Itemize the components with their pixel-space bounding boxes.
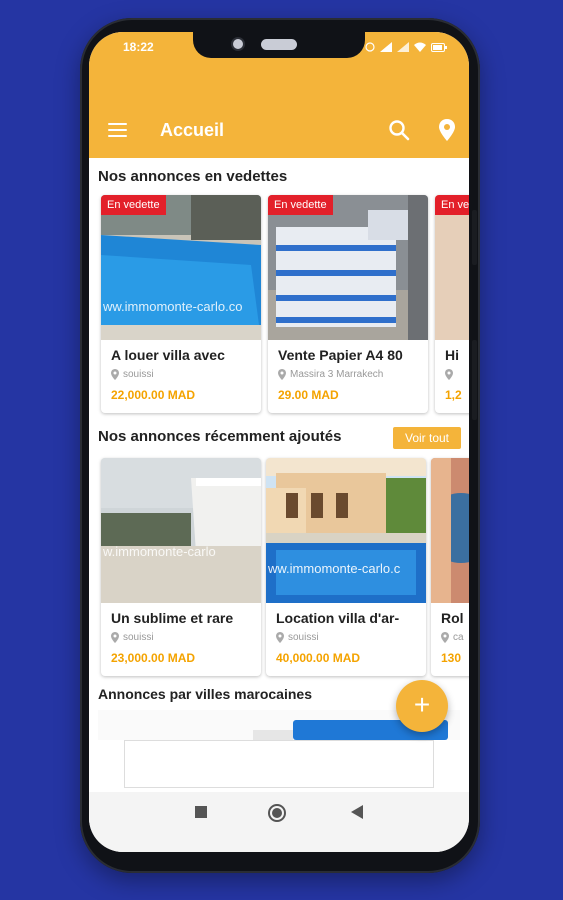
home-icon[interactable]: [267, 803, 287, 828]
listing-price: 40,000.00 MAD: [276, 651, 361, 665]
app-bar: 18:22 Accueil: [89, 32, 469, 158]
location-text: Massira 3 Marrakech: [290, 369, 384, 380]
listing-image: [268, 195, 428, 340]
see-all-button[interactable]: Voir tout: [393, 427, 461, 449]
featured-card-2[interactable]: En vedette Vente Papier A4 80 Massira 3 …: [268, 195, 428, 413]
listing-image: [435, 195, 469, 340]
recent-apps-icon[interactable]: [194, 805, 208, 824]
location-pin-icon: [111, 369, 119, 380]
listing-price: 1,2: [445, 388, 462, 402]
notch: [193, 32, 365, 58]
recent-card-3[interactable]: Rol ca 130: [431, 458, 469, 676]
listing-title: Vente Papier A4 80: [278, 347, 403, 363]
phone-screen: 18:22 Accueil Nos annonces en vedettes w…: [89, 32, 469, 852]
listing-title: Un sublime et rare: [111, 610, 234, 626]
location-text: souissi: [123, 369, 154, 380]
listing-image: ww.immomonte-carlo.co: [101, 195, 261, 340]
listing-price: 29.00 MAD: [278, 388, 339, 402]
featured-badge: En ve: [435, 195, 469, 215]
listing-title: A louer villa avec: [111, 347, 225, 363]
listing-title: Location villa d'ar-: [276, 610, 400, 626]
listing-location: souissi: [111, 632, 154, 643]
cities-heading: Annonces par villes marocaines: [98, 686, 312, 702]
listing-location: souissi: [276, 632, 319, 643]
location-text: ca: [453, 632, 464, 643]
watermark-text: ww.immomonte-carlo.c: [267, 561, 401, 576]
hamburger-menu-icon[interactable]: [108, 123, 127, 137]
alarm-icon: [365, 39, 375, 57]
listing-location: ca: [441, 632, 464, 643]
status-icons: [365, 39, 447, 57]
listing-image: w.immomonte-carlo: [101, 458, 261, 603]
featured-heading: Nos annonces en vedettes: [98, 168, 288, 185]
status-time: 18:22: [123, 40, 154, 54]
volume-button: [472, 210, 477, 265]
listing-location: souissi: [111, 369, 154, 380]
listing-price: 23,000.00 MAD: [111, 651, 196, 665]
signal-icon: [380, 39, 392, 57]
watermark-text: w.immomonte-carlo: [102, 544, 216, 559]
listing-location: Massira 3 Marrakech: [278, 369, 383, 380]
location-text: souissi: [123, 632, 154, 643]
featured-card-3[interactable]: En ve Hi 1,2: [435, 195, 469, 413]
watermark-text: ww.immomonte-carlo.co: [102, 299, 242, 314]
signal-icon-2: [397, 39, 409, 57]
featured-badge: En vedette: [101, 195, 166, 215]
ad-banner[interactable]: [124, 740, 434, 788]
recent-card-2[interactable]: ww.immomonte-carlo.c Location villa d'ar…: [266, 458, 426, 676]
listing-location: [445, 369, 457, 380]
front-camera: [231, 37, 245, 51]
wifi-icon: [414, 39, 426, 57]
listing-title: Hi: [445, 347, 459, 363]
earpiece-speaker: [261, 39, 297, 50]
map-pin-icon[interactable]: [438, 119, 456, 141]
listing-price: 130: [441, 651, 462, 665]
power-button: [472, 340, 477, 420]
recent-heading: Nos annonces récemment ajoutés: [98, 428, 342, 445]
location-pin-icon: [111, 632, 119, 643]
page-title: Accueil: [160, 120, 225, 140]
listing-price: 22,000.00 MAD: [111, 388, 196, 402]
battery-icon: [431, 39, 447, 57]
location-text: souissi: [288, 632, 319, 643]
recent-card-1[interactable]: w.immomonte-carlo Un sublime et rare sou…: [101, 458, 261, 676]
back-icon[interactable]: [351, 805, 363, 824]
featured-card-1[interactable]: ww.immomonte-carlo.co En vedette A louer…: [101, 195, 261, 413]
listing-image: [431, 458, 469, 603]
listing-image: ww.immomonte-carlo.c: [266, 458, 426, 603]
featured-badge: En vedette: [268, 195, 333, 215]
listing-title: Rol: [441, 610, 464, 626]
location-pin-icon: [276, 632, 284, 643]
add-listing-button[interactable]: +: [396, 680, 448, 732]
system-nav-bar: [89, 792, 469, 852]
location-pin-icon: [278, 369, 286, 380]
location-pin-icon: [445, 369, 453, 380]
location-pin-icon: [441, 632, 449, 643]
search-icon[interactable]: [388, 119, 410, 141]
